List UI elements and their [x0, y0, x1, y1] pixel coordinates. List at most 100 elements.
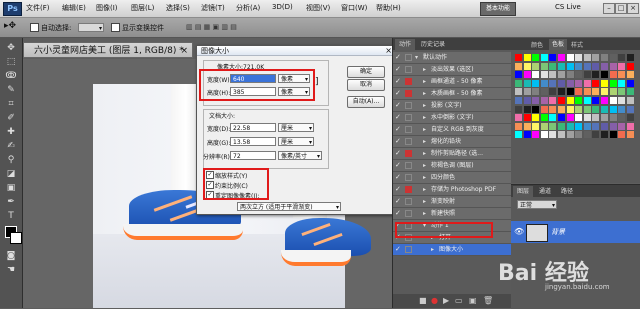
expand-closed-icon[interactable]: ▸ [423, 112, 426, 123]
color-swatch[interactable] [532, 62, 540, 70]
color-swatch[interactable] [558, 54, 565, 61]
dialog-toggle-icon[interactable] [405, 186, 412, 193]
expand-closed-icon[interactable]: ▸ [423, 76, 426, 87]
color-swatch[interactable] [592, 88, 600, 96]
action-toggle-checkmark-icon[interactable]: ✓ [395, 150, 402, 157]
expand-closed-icon[interactable]: ▸ [423, 160, 426, 171]
menu-image[interactable]: 图像(I) [96, 3, 118, 13]
action-row[interactable]: ✓ ▸ 熔化的铅块 [393, 136, 511, 148]
action-row[interactable]: ✓ ▸ 水中倒影 (文字) [393, 112, 511, 124]
color-swatch[interactable] [626, 71, 634, 79]
color-swatch[interactable] [558, 79, 565, 87]
hand-tool-icon[interactable]: ☚ [3, 264, 19, 277]
action-row[interactable]: ✓ ▸ 棕褐色调 (图层) [393, 160, 511, 172]
color-swatch[interactable] [601, 105, 608, 113]
color-swatch[interactable] [583, 62, 591, 70]
color-swatch[interactable] [558, 131, 565, 139]
move-tool-icon[interactable]: ▸✥ [4, 21, 16, 31]
action-row[interactable]: ✓ ▸ 图像大小 [393, 244, 511, 256]
color-swatch[interactable] [618, 79, 626, 87]
color-swatch[interactable] [592, 54, 600, 61]
dialog-toggle-icon[interactable] [405, 198, 412, 205]
dialog-toggle-icon[interactable] [405, 138, 412, 145]
new-set-icon[interactable]: ▭ [455, 296, 463, 305]
action-row[interactable]: ✓ ▸ 存储为 Photoshop PDF [393, 184, 511, 196]
ok-button[interactable]: 确定 [347, 66, 385, 78]
color-swatch[interactable] [626, 97, 634, 104]
blend-mode-select[interactable]: 正常 [517, 200, 557, 210]
color-swatch[interactable] [609, 114, 617, 122]
color-swatch[interactable] [532, 71, 540, 79]
color-swatch[interactable] [515, 71, 522, 79]
workspace-button[interactable]: 基本功能 [480, 2, 516, 16]
color-swatch[interactable] [609, 62, 617, 70]
color-swatch[interactable] [549, 71, 557, 79]
color-swatch[interactable] [609, 71, 617, 79]
play-icon[interactable]: ▶ [443, 296, 449, 305]
color-swatch[interactable] [566, 71, 574, 79]
color-swatch[interactable] [549, 122, 557, 130]
color-swatch[interactable] [523, 62, 531, 70]
quick-select-tool-icon[interactable]: ✎ [3, 84, 19, 97]
action-toggle-checkmark-icon[interactable]: ✓ [395, 54, 402, 61]
color-swatch[interactable] [583, 54, 591, 61]
record-icon[interactable]: ● [431, 296, 438, 305]
cs-live-button[interactable]: CS Live [555, 3, 581, 11]
color-swatch[interactable] [532, 97, 540, 104]
trash-icon[interactable]: 🗑 [483, 296, 493, 305]
action-toggle-checkmark-icon[interactable]: ✓ [395, 114, 402, 121]
color-swatch[interactable] [566, 131, 574, 139]
color-swatch[interactable] [618, 88, 626, 96]
menu-view[interactable]: 视图(V) [306, 3, 330, 13]
color-swatch[interactable] [549, 114, 557, 122]
action-row[interactable]: ✓ ▸ 新建快照 [393, 208, 511, 220]
color-swatch[interactable] [523, 54, 531, 61]
color-swatch[interactable] [558, 105, 565, 113]
color-swatch[interactable] [549, 54, 557, 61]
color-swatch[interactable] [540, 71, 548, 79]
expand-closed-icon[interactable]: ▸ [423, 172, 426, 183]
expand-closed-icon[interactable]: ▸ [431, 244, 434, 255]
color-swatch[interactable] [609, 88, 617, 96]
color-swatch[interactable] [523, 97, 531, 104]
document-tab[interactable]: 六小灵童网店美工 (图层 1, RGB/8) * × [23, 42, 193, 58]
action-toggle-checkmark-icon[interactable]: ✓ [395, 90, 402, 97]
maximize-icon[interactable]: □ [615, 3, 627, 14]
tab-actions[interactable]: 动作 [395, 39, 416, 50]
action-toggle-checkmark-icon[interactable]: ✓ [395, 198, 402, 205]
color-swatch[interactable] [540, 62, 548, 70]
color-swatch[interactable] [515, 88, 522, 96]
menu-layer[interactable]: 图层(L) [131, 3, 154, 13]
expand-open-icon[interactable]: ▾ [415, 52, 418, 63]
expand-closed-icon[interactable]: ▸ [423, 208, 426, 219]
color-swatch[interactable] [566, 105, 574, 113]
tab-styles[interactable]: 样式 [571, 40, 583, 49]
color-swatch[interactable] [618, 114, 626, 122]
action-toggle-checkmark-icon[interactable]: ✓ [395, 78, 402, 85]
auto-button[interactable]: 自动(A)... [347, 96, 385, 108]
color-swatch[interactable] [601, 131, 608, 139]
tab-layers[interactable]: 图层 [513, 186, 534, 197]
color-swatch[interactable] [515, 131, 522, 139]
action-toggle-checkmark-icon[interactable]: ✓ [395, 210, 402, 217]
action-row[interactable]: ✓ ▸ 木质画框 - 50 像素 [393, 88, 511, 100]
action-toggle-checkmark-icon[interactable]: ✓ [395, 246, 402, 253]
color-swatch[interactable] [601, 79, 608, 87]
dialog-toggle-icon[interactable] [405, 174, 412, 181]
resample-method-select[interactable]: 两次立方 (适用于平滑渐变) [237, 202, 341, 212]
eye-icon[interactable]: 👁 [514, 227, 524, 236]
color-swatch[interactable] [558, 122, 565, 130]
background-color[interactable] [10, 232, 22, 244]
action-row[interactable]: ✓ ▸ 自定义 RGB 到灰度 [393, 124, 511, 136]
expand-closed-icon[interactable]: ▸ [423, 196, 426, 207]
expand-closed-icon[interactable]: ▸ [423, 88, 426, 99]
action-row[interactable]: ✓ ▾ 默认动作 [393, 52, 511, 64]
quick-mask-icon[interactable]: ◙ [3, 250, 19, 263]
color-swatch[interactable] [523, 79, 531, 87]
menu-file[interactable]: 文件(F) [26, 3, 50, 13]
color-swatch[interactable] [609, 105, 617, 113]
gradient-tool-icon[interactable]: ▣ [3, 182, 19, 195]
color-swatch[interactable] [558, 88, 565, 96]
dialog-toggle-icon[interactable] [405, 90, 412, 97]
dialog-toggle-icon[interactable] [405, 126, 412, 133]
